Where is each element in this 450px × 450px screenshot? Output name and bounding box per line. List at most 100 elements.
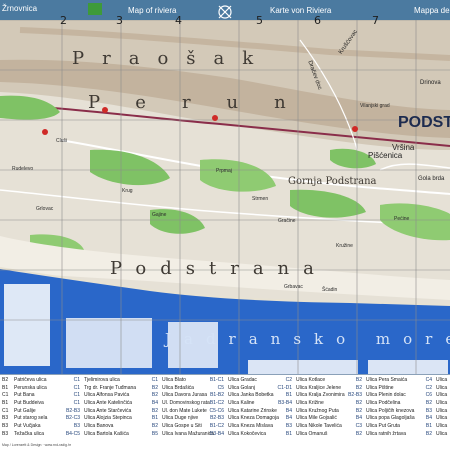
index-entry[interactable]: Patričeva ulica C1 xyxy=(14,377,80,385)
grid-ref: B1 xyxy=(285,392,292,399)
index-entry[interactable]: Ul. don Mate Lukete C5-C6 xyxy=(162,408,224,416)
index-entry[interactable]: Ulica Ante Starčevića B2 xyxy=(84,408,158,416)
index-entry[interactable]: Ulica Put Gruta B1 xyxy=(366,423,432,431)
index-entry[interactable]: Ulica Kotlace B2 xyxy=(296,377,362,385)
street-name: Patričeva ulica xyxy=(14,377,47,383)
street-index: B2 B1 C1 B1 C1 B3 B3 B3 Patričeva ulica C… xyxy=(0,374,450,450)
grid-ref: B3 xyxy=(425,407,432,414)
index-entry[interactable]: Ulica Katarine Zrinske B4 xyxy=(228,408,292,416)
index-entry[interactable]: Ulica Ante Katelinčića B4 xyxy=(84,400,158,408)
index-entry[interactable]: Ulica xyxy=(436,392,450,400)
info-panel-bottom xyxy=(248,360,358,374)
index-entry[interactable]: Ulica Kružnog Puta B2 xyxy=(296,408,362,416)
street-name: Ulica Ante Katelinčića xyxy=(84,400,133,407)
grid-ref: B2-B3 xyxy=(210,415,224,422)
grid-col-label: 3 xyxy=(116,14,123,27)
street-name: Ulica Davora Jurasa xyxy=(162,392,208,399)
index-entry[interactable]: Ulica xyxy=(436,377,450,385)
index-entry[interactable]: Ulica xyxy=(436,431,450,439)
index-entry[interactable]: Tjelimirova ulica C1 xyxy=(84,377,158,385)
index-entry[interactable]: Ulica Kralja Zvonimira B2-B3 xyxy=(296,392,362,400)
index-entry[interactable]: Put Vučjaka B3 xyxy=(14,423,80,431)
index-entry[interactable]: Ulica Kokočevica B1 xyxy=(228,431,292,439)
street-name: Ulica xyxy=(436,415,448,422)
grid-ref: C1 xyxy=(151,377,158,383)
index-entry[interactable]: Ulica Kaline B3-B4 xyxy=(228,400,292,408)
street-name: Ulica Kneza Mislava xyxy=(228,423,274,430)
index-entry[interactable]: Ulica Brdašića C5 xyxy=(162,385,224,393)
poi-marker xyxy=(352,126,358,132)
grid-ref: B1 xyxy=(425,423,432,430)
index-entry[interactable]: Ulica Alojzia Stepinca B1 xyxy=(84,415,158,423)
index-entry[interactable]: Ulica Kneza Mislava B3 xyxy=(228,423,292,431)
index-entry[interactable]: Ulica Blato B1-C1 xyxy=(162,377,224,385)
index-entry[interactable]: Perunska ulica C1 xyxy=(14,385,80,393)
index-entry[interactable]: Težačka ulica B4-C5 xyxy=(14,431,80,439)
index-entry[interactable]: Put Galije B2-B3 xyxy=(14,408,80,416)
grid-ref: B1-C2 xyxy=(209,423,224,430)
index-entry[interactable]: Ulica Križine B2 xyxy=(296,400,362,408)
grid-ref: C1 xyxy=(73,400,80,407)
index-code: B3 xyxy=(2,430,9,437)
index-entry[interactable]: Ulica Alfonsa Pavića B2 xyxy=(84,392,158,400)
index-entry[interactable]: Ulica Kraljice Jelene B2 xyxy=(296,385,362,393)
index-entry[interactable]: Ulica Omanuš B2 xyxy=(296,431,362,439)
street-name: Ulica xyxy=(436,430,448,437)
street-name: Ulica Kokočevica xyxy=(228,430,267,437)
index-entry[interactable]: Ulica Poljičih knezova B3 xyxy=(366,408,432,416)
index-entry[interactable]: Ul. Domovinskog rata B1-C2 xyxy=(162,400,224,408)
street-name: Ul. Domovinskog rata xyxy=(162,400,210,407)
street-name: Put Vučjaka xyxy=(14,423,41,430)
index-entry[interactable]: Ulica popa Glagoljaša B4 xyxy=(366,415,432,423)
street-name: Ul. don Mate Lukete xyxy=(162,407,207,414)
index-entry[interactable]: Ulica Pištine C2 xyxy=(366,385,432,393)
street-name: Ulica popa Glagoljaša xyxy=(366,415,415,422)
place-label: Šćadin xyxy=(322,287,338,293)
grid-col-label: 7 xyxy=(372,14,379,27)
index-entry[interactable]: Ulica Nikole Tavelića C3 xyxy=(296,423,362,431)
street-name: Ulica Gradac xyxy=(228,377,257,383)
place-label: Gračine xyxy=(278,218,296,224)
region-praosak: Praošak xyxy=(72,48,272,69)
region-podstrana: Podstrana xyxy=(110,258,328,279)
index-entry[interactable]: Ulica Bartola Kašića B5 xyxy=(84,431,158,439)
index-entry[interactable]: Ulica Davora Jurasa B1-B2 xyxy=(162,392,224,400)
place-label: Cluši xyxy=(56,138,68,144)
index-entry[interactable]: Ulica Mile Gojsalić B4 xyxy=(296,415,362,423)
grid-ref: B2 xyxy=(151,392,158,399)
info-panel-left xyxy=(66,318,152,368)
grid-ref: C5-C6 xyxy=(209,407,224,414)
index-entry[interactable]: Put Buddeiva C1 xyxy=(14,400,80,408)
index-entry[interactable]: Put Bana C1 xyxy=(14,392,80,400)
index-entry[interactable]: Ulica Ivana Mažuranića B3-B4 xyxy=(162,431,224,439)
street-name: Perunska ulica xyxy=(14,384,47,391)
grid-ref: C2 xyxy=(425,384,432,391)
index-entry[interactable]: Ulica xyxy=(436,400,450,408)
index-column: Patričeva ulica C1 Perunska ulica C1 Put B… xyxy=(14,377,80,439)
index-entry[interactable]: Ulica Gospe u Siti B1-C2 xyxy=(162,423,224,431)
index-entry[interactable]: Ulica Plenin dolac C6 xyxy=(366,392,432,400)
street-name: Ulica Plenin dolac xyxy=(366,392,406,399)
street-name: Put Buddeiva xyxy=(14,400,44,407)
index-entry[interactable]: Ulica Kneza Domagoja B4 xyxy=(228,415,292,423)
map-credits: Map / Lorenzett & Design · www.rnd-radig… xyxy=(2,443,72,447)
index-entry[interactable]: Ulica Podčelina B2 xyxy=(366,400,432,408)
index-entry[interactable]: Ulica Pera Smaića C4 xyxy=(366,377,432,385)
index-column: Ulica Pera Smaića C4 Ulica Pištine C2 Ulic… xyxy=(366,377,432,439)
index-entry[interactable]: Ulica xyxy=(436,415,450,423)
index-entry[interactable]: Ulica xyxy=(436,423,450,431)
index-entry[interactable]: Ulica xyxy=(436,385,450,393)
index-entry[interactable]: Ulica ratnih žrtava B2 xyxy=(366,431,432,439)
index-entry[interactable]: Ulica Janka Bobetka B1 xyxy=(228,392,292,400)
index-entry[interactable]: Ulica Golanj C1-D1 xyxy=(228,385,292,393)
street-name: Ulica xyxy=(436,400,448,407)
grid-ref: B3 xyxy=(285,423,292,430)
index-entry[interactable]: Ulica Banova B2 xyxy=(84,423,158,431)
index-entry[interactable]: Ulica Duge njive B2-B3 xyxy=(162,415,224,423)
index-entry[interactable]: Ulica Gradac C2 xyxy=(228,377,292,385)
index-entry[interactable]: Put starog sela B2-C3 xyxy=(14,415,80,423)
index-entry[interactable]: Ulica xyxy=(436,408,450,416)
podstrana-map[interactable]: 2 3 4 5 6 7 Žrnovnica Map of riviera Kar… xyxy=(0,0,450,450)
poi-marker xyxy=(212,115,218,121)
index-entry[interactable]: Trg dr. Franje Tuđmana B2 xyxy=(84,385,158,393)
